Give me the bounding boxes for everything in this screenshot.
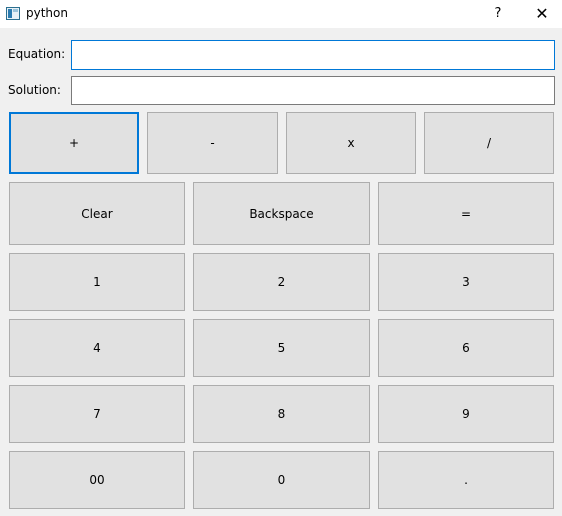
- solution-label: Solution:: [8, 83, 61, 97]
- digit-6-button[interactable]: 6: [378, 319, 554, 377]
- equation-label: Equation:: [8, 47, 66, 61]
- plus-button[interactable]: +: [9, 112, 139, 174]
- equation-input[interactable]: [71, 40, 555, 70]
- digit-0-button[interactable]: 0: [193, 451, 370, 509]
- digit-3-button[interactable]: 3: [378, 253, 554, 311]
- divide-button[interactable]: /: [424, 112, 554, 174]
- backspace-button[interactable]: Backspace: [193, 182, 370, 245]
- minus-button[interactable]: -: [147, 112, 278, 174]
- app-icon: [6, 7, 20, 20]
- digit-7-button[interactable]: 7: [9, 385, 185, 443]
- calculator-window: python ? ✕ Equation: Solution: + - x / C…: [0, 0, 562, 516]
- digit-2-button[interactable]: 2: [193, 253, 370, 311]
- digit-1-button[interactable]: 1: [9, 253, 185, 311]
- window-title: python: [26, 6, 68, 20]
- clear-button[interactable]: Clear: [9, 182, 185, 245]
- digit-5-button[interactable]: 5: [193, 319, 370, 377]
- decimal-point-button[interactable]: .: [378, 451, 554, 509]
- multiply-button[interactable]: x: [286, 112, 416, 174]
- help-button[interactable]: ?: [482, 0, 514, 28]
- close-button[interactable]: ✕: [522, 0, 562, 28]
- digit-9-button[interactable]: 9: [378, 385, 554, 443]
- equals-button[interactable]: =: [378, 182, 554, 245]
- double-zero-button[interactable]: 00: [9, 451, 185, 509]
- title-bar[interactable]: python ? ✕: [0, 0, 562, 28]
- digit-4-button[interactable]: 4: [9, 319, 185, 377]
- digit-8-button[interactable]: 8: [193, 385, 370, 443]
- solution-input[interactable]: [71, 76, 555, 105]
